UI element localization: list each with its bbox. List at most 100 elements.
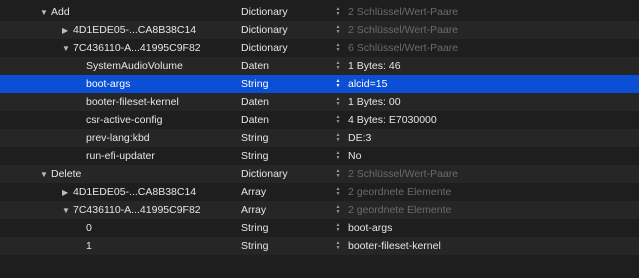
value-text: 2 geordnete Elemente: [348, 186, 452, 198]
table-row[interactable]: booter-fileset-kernel Daten ▲ ▼ 1 Bytes: 00: [0, 93, 639, 111]
key-cell[interactable]: run-efi-updater: [86, 147, 155, 165]
key-label: csr-active-config: [86, 114, 163, 126]
table-row[interactable]: SystemAudioVolume Daten ▲ ▼ 1 Bytes: 46: [0, 57, 639, 75]
up-down-stepper-icon[interactable]: ▲ ▼: [334, 78, 342, 90]
key-cell[interactable]: booter-fileset-kernel: [86, 93, 179, 111]
table-row[interactable]: boot-args String ▲ ▼ alcid=15: [0, 75, 639, 93]
key-cell[interactable]: boot-args: [86, 75, 130, 93]
table-row[interactable]: 0 String ▲ ▼ boot-args: [0, 219, 639, 237]
value-text: 1 Bytes: 46: [348, 60, 401, 72]
disclosure-triangle-down-icon[interactable]: ▼: [40, 170, 49, 179]
table-row[interactable]: ▼ Add Dictionary ▲ ▼ 2 Schlüssel/Wert-Paare: [0, 3, 639, 21]
key-cell[interactable]: 1: [86, 237, 92, 255]
up-down-stepper-icon[interactable]: ▲ ▼: [334, 132, 342, 144]
disclosure-triangle-down-icon[interactable]: ▼: [40, 8, 49, 17]
key-label: Delete: [51, 168, 82, 180]
key-label: 7C436110-A...41995C9F82: [73, 42, 201, 54]
key-label: run-efi-updater: [86, 150, 155, 162]
key-label: 0: [86, 222, 92, 234]
value-cell[interactable]: ▲ ▼ booter-fileset-kernel: [334, 237, 441, 255]
key-cell[interactable]: csr-active-config: [86, 111, 162, 129]
table-row[interactable]: ▼ 7C436110-A...41995C9F82 Dictionary ▲ ▼ 6 Sc…: [0, 39, 639, 57]
up-down-stepper-icon[interactable]: ▲ ▼: [334, 186, 342, 198]
table-row[interactable]: ▶ 4D1EDE05-...CA8B38C14 Array ▲ ▼ 2 geordnete…: [0, 183, 639, 201]
up-down-stepper-icon[interactable]: ▲ ▼: [334, 24, 342, 36]
table-row[interactable]: 1 String ▲ ▼ booter-fileset-kernel: [0, 237, 639, 255]
key-label: prev-lang:kbd: [86, 132, 150, 144]
table-row[interactable]: ▼ Delete Dictionary ▲ ▼ 2 Schlüssel/Wert-Paar…: [0, 165, 639, 183]
value-cell[interactable]: ▲ ▼ No: [334, 147, 362, 165]
up-down-stepper-icon[interactable]: ▲ ▼: [334, 60, 342, 72]
disclosure-triangle-down-icon[interactable]: ▼: [62, 206, 71, 215]
up-down-stepper-icon[interactable]: ▲ ▼: [334, 42, 342, 54]
key-cell[interactable]: ▼ 7C436110-A...41995C9F82: [62, 39, 201, 57]
value-cell[interactable]: ▲ ▼ 1 Bytes: 46: [334, 57, 401, 75]
type-cell[interactable]: Daten: [241, 57, 269, 75]
value-text: 6 Schlüssel/Wert-Paare: [348, 42, 459, 54]
table-row[interactable]: ▶ 4D1EDE05-...CA8B38C14 Dictionary ▲ ▼ 2 Schl…: [0, 21, 639, 39]
value-cell[interactable]: ▲ ▼ 2 Schlüssel/Wert-Paare: [334, 21, 459, 39]
key-label: 4D1EDE05-...CA8B38C14: [73, 186, 197, 198]
table-row[interactable]: run-efi-updater String ▲ ▼ No: [0, 147, 639, 165]
type-cell[interactable]: Dictionary: [241, 3, 288, 21]
value-cell[interactable]: ▲ ▼ DE:3: [334, 129, 372, 147]
value-cell[interactable]: ▲ ▼ 4 Bytes: E7030000: [334, 111, 437, 129]
plist-editor-outline: ▼ Add Dictionary ▲ ▼ 2 Schlüssel/Wert-Paare ▶ 4…: [0, 0, 639, 278]
value-text: 1 Bytes: 00: [348, 96, 401, 108]
disclosure-triangle-right-icon[interactable]: ▶: [62, 26, 71, 35]
up-down-stepper-icon[interactable]: ▲ ▼: [334, 114, 342, 126]
key-cell[interactable]: ▶ 4D1EDE05-...CA8B38C14: [62, 21, 196, 39]
table-row[interactable]: prev-lang:kbd String ▲ ▼ DE:3: [0, 129, 639, 147]
value-text: booter-fileset-kernel: [348, 240, 441, 252]
value-text: 2 geordnete Elemente: [348, 204, 452, 216]
up-down-stepper-icon[interactable]: ▲ ▼: [334, 168, 342, 180]
type-cell[interactable]: String: [241, 75, 268, 93]
up-down-stepper-icon[interactable]: ▲ ▼: [334, 96, 342, 108]
key-cell[interactable]: ▶ 4D1EDE05-...CA8B38C14: [62, 183, 196, 201]
value-cell[interactable]: ▲ ▼ 2 Schlüssel/Wert-Paare: [334, 3, 459, 21]
value-text: alcid=15: [348, 78, 388, 90]
type-cell[interactable]: Dictionary: [241, 165, 288, 183]
value-cell[interactable]: ▲ ▼ 1 Bytes: 00: [334, 93, 401, 111]
up-down-stepper-icon[interactable]: ▲ ▼: [334, 150, 342, 162]
key-label: 7C436110-A...41995C9F82: [73, 204, 201, 216]
type-cell[interactable]: Daten: [241, 93, 269, 111]
table-row[interactable]: csr-active-config Daten ▲ ▼ 4 Bytes: E703000…: [0, 111, 639, 129]
key-cell[interactable]: 0: [86, 219, 92, 237]
type-cell[interactable]: Array: [241, 183, 266, 201]
key-label: boot-args: [86, 78, 131, 90]
type-cell[interactable]: Daten: [241, 111, 269, 129]
value-text: 2 Schlüssel/Wert-Paare: [348, 6, 459, 18]
key-cell[interactable]: ▼ Delete: [40, 165, 81, 183]
value-text: boot-args: [348, 222, 393, 234]
value-cell[interactable]: ▲ ▼ 2 geordnete Elemente: [334, 183, 452, 201]
value-text: 2 Schlüssel/Wert-Paare: [348, 24, 459, 36]
key-label: SystemAudioVolume: [86, 60, 183, 72]
value-cell[interactable]: ▲ ▼ 2 geordnete Elemente: [334, 201, 452, 219]
value-cell[interactable]: ▲ ▼ boot-args: [334, 219, 393, 237]
type-cell[interactable]: Dictionary: [241, 21, 288, 39]
value-cell[interactable]: ▲ ▼ 2 Schlüssel/Wert-Paare: [334, 165, 459, 183]
disclosure-triangle-down-icon[interactable]: ▼: [62, 44, 71, 53]
key-cell[interactable]: prev-lang:kbd: [86, 129, 150, 147]
key-cell[interactable]: ▼ Add: [40, 3, 70, 21]
type-cell[interactable]: String: [241, 147, 268, 165]
type-cell[interactable]: String: [241, 129, 268, 147]
type-cell[interactable]: String: [241, 219, 268, 237]
table-row[interactable]: ▼ 7C436110-A...41995C9F82 Array ▲ ▼ 2 geordne…: [0, 201, 639, 219]
value-text: 2 Schlüssel/Wert-Paare: [348, 168, 459, 180]
type-cell[interactable]: String: [241, 237, 268, 255]
key-label: 1: [86, 240, 92, 252]
key-label: Add: [51, 6, 70, 18]
type-cell[interactable]: Dictionary: [241, 39, 288, 57]
up-down-stepper-icon[interactable]: ▲ ▼: [334, 222, 342, 234]
value-cell[interactable]: ▲ ▼ alcid=15: [334, 75, 388, 93]
type-cell[interactable]: Array: [241, 201, 266, 219]
value-cell[interactable]: ▲ ▼ 6 Schlüssel/Wert-Paare: [334, 39, 459, 57]
key-cell[interactable]: ▼ 7C436110-A...41995C9F82: [62, 201, 201, 219]
up-down-stepper-icon[interactable]: ▲ ▼: [334, 6, 342, 18]
disclosure-triangle-right-icon[interactable]: ▶: [62, 188, 71, 197]
up-down-stepper-icon[interactable]: ▲ ▼: [334, 240, 342, 252]
up-down-stepper-icon[interactable]: ▲ ▼: [334, 204, 342, 216]
key-cell[interactable]: SystemAudioVolume: [86, 57, 183, 75]
